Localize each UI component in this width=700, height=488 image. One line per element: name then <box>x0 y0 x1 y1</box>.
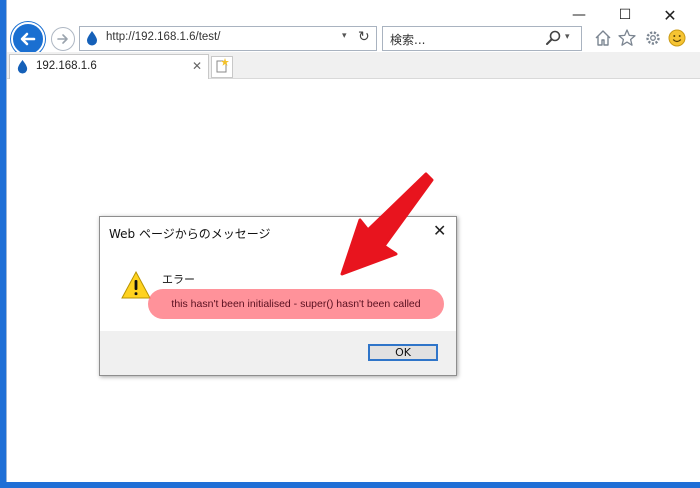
new-tab-icon <box>216 58 229 73</box>
error-message: this hasn't been initialised - super() h… <box>148 289 444 319</box>
forward-arrow-icon <box>57 34 68 44</box>
ok-button[interactable]: OK <box>368 344 438 361</box>
browser-chrome: — ☐ ✕ http://192.168.1.6/test/ ▾ ↻ 検索... <box>7 0 700 79</box>
search-input[interactable]: 検索... <box>390 31 425 48</box>
url-text[interactable]: http://192.168.1.6/test/ <box>106 31 220 43</box>
tab-192-168-1-6[interactable]: 192.168.1.6 ✕ <box>9 54 209 79</box>
maximize-button[interactable]: ☐ <box>605 2 645 28</box>
dialog-heading: エラー <box>162 273 195 286</box>
address-dropdown-icon[interactable]: ▾ <box>342 31 347 41</box>
dialog-title: Web ページからのメッセージ <box>109 227 271 241</box>
tab-close-icon[interactable]: ✕ <box>192 59 202 73</box>
gear-icon[interactable] <box>643 28 663 48</box>
new-tab-button[interactable] <box>211 56 233 78</box>
close-window-button[interactable]: ✕ <box>650 2 690 28</box>
back-button[interactable] <box>11 22 45 56</box>
tab-strip: 192.168.1.6 ✕ <box>7 52 700 79</box>
ie-logo-icon <box>17 60 28 74</box>
refresh-icon[interactable]: ↻ <box>358 29 370 45</box>
address-bar[interactable]: http://192.168.1.6/test/ ▾ ↻ <box>79 26 377 51</box>
forward-button[interactable] <box>51 27 75 51</box>
back-arrow-icon <box>20 32 36 46</box>
home-icon[interactable] <box>593 28 613 48</box>
annotation-arrow <box>340 172 434 276</box>
search-dropdown-icon[interactable]: ▾ <box>565 32 570 42</box>
tab-title: 192.168.1.6 <box>36 60 97 72</box>
star-icon[interactable] <box>617 28 637 48</box>
search-icon[interactable] <box>545 30 563 46</box>
warning-icon <box>121 270 151 299</box>
dialog-footer: OK <box>100 331 456 375</box>
minimize-button[interactable]: — <box>559 2 599 28</box>
ie-logo-icon <box>87 31 97 46</box>
search-box[interactable]: 検索... ▾ <box>382 26 582 51</box>
smiley-icon[interactable] <box>667 28 687 48</box>
